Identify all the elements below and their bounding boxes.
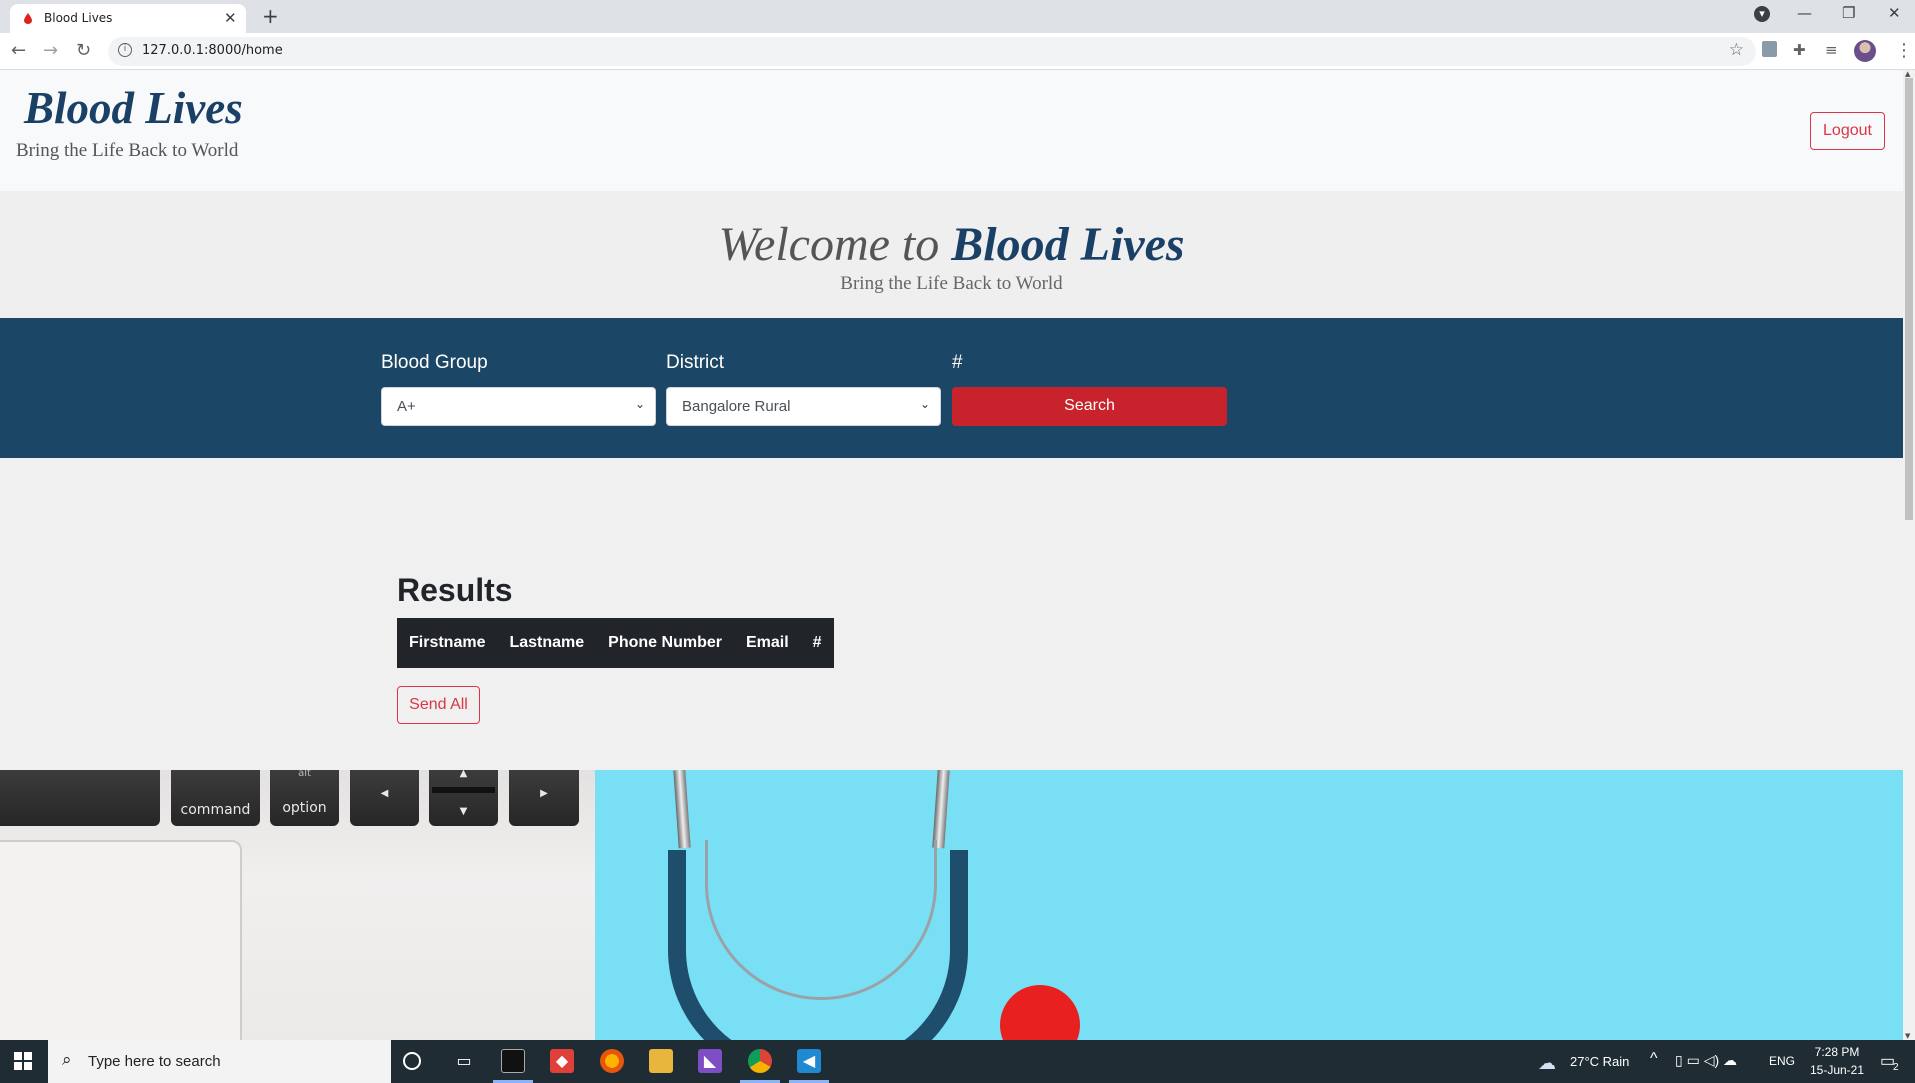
back-icon[interactable]: ← <box>11 40 26 61</box>
results-heading: Results <box>397 572 513 608</box>
forward-icon[interactable]: → <box>43 40 58 61</box>
keyboard-key: alt option <box>270 770 339 826</box>
district-select[interactable]: Bangalore Rural ⌄ <box>666 387 941 426</box>
windows-taskbar: ⌕ Type here to search ▭ ◆ ◣ ◀ ☁ 27°C Rai… <box>0 1040 1915 1083</box>
tab-close-icon[interactable]: ✕ <box>224 9 237 27</box>
column-header: Firstname <box>409 634 486 651</box>
column-header: Lastname <box>509 634 585 651</box>
welcome-brand: Blood Lives <box>951 218 1185 271</box>
windows-start-icon[interactable] <box>14 1052 32 1070</box>
browser-menu-icon[interactable]: ⋮ <box>1895 40 1913 61</box>
column-header: # <box>812 634 822 651</box>
donor-search-form: Blood Group District # A+ ⌄ Bangalore Ru… <box>0 318 1903 458</box>
keyboard-key: ◀ <box>350 770 419 826</box>
site-info-icon[interactable]: i <box>118 43 132 57</box>
new-tab-button[interactable]: + <box>262 4 279 28</box>
stethoscope-photo: command alt option ◀ ▲ ▼ ▶ <box>0 770 1903 1040</box>
extension-icon[interactable] <box>1762 41 1777 57</box>
weather-icon[interactable]: ☁ <box>1538 1053 1556 1074</box>
puzzle-icon[interactable]: ✚ <box>1793 41 1806 59</box>
district-label: District <box>666 352 725 373</box>
blood-group-select[interactable]: A+ ⌄ <box>381 387 656 426</box>
keyboard-key <box>0 770 160 826</box>
column-header: Email <box>745 634 789 651</box>
clock-time[interactable]: 7:28 PM <box>1812 1045 1862 1059</box>
scrollbar-thumb[interactable] <box>1905 78 1913 520</box>
welcome-banner: Welcome to Blood Lives Bring the Life Ba… <box>0 191 1903 318</box>
terminal-icon[interactable] <box>501 1049 525 1073</box>
reload-icon[interactable]: ↻ <box>76 40 91 61</box>
tab-title: Blood Lives <box>44 11 113 25</box>
address-bar[interactable]: i 127.0.0.1:8000/home ☆ <box>108 37 1756 66</box>
window-close-icon[interactable]: ✕ <box>1888 4 1901 22</box>
results-table-header: Firstname Lastname Phone Number Email # <box>397 618 834 668</box>
page-viewport: Blood Lives Bring the Life Back to World… <box>0 70 1903 1040</box>
scroll-down-icon[interactable]: ▼ <box>1905 1032 1910 1040</box>
chevron-down-icon: ⌄ <box>634 397 645 411</box>
scroll-up-icon[interactable]: ▲ <box>1905 70 1910 78</box>
hash-label: # <box>952 352 963 373</box>
site-brand[interactable]: Blood Lives <box>24 82 243 134</box>
browser-toolbar: ← → ↻ i 127.0.0.1:8000/home ☆ ✚ ≡ ⋮ <box>0 33 1915 70</box>
restore-icon[interactable]: ❐ <box>1842 4 1855 22</box>
profile-menu-icon[interactable]: ▾ <box>1754 6 1770 22</box>
send-all-button[interactable]: Send All <box>397 686 480 724</box>
keyboard-key: ▲ ▼ <box>429 770 498 826</box>
logout-button[interactable]: Logout <box>1810 112 1885 150</box>
laptop-keyboard: command alt option ◀ ▲ ▼ ▶ <box>0 770 595 1040</box>
welcome-subtitle: Bring the Life Back to World <box>840 273 1063 294</box>
task-view-icon[interactable]: ▭ <box>452 1049 476 1073</box>
minimize-icon[interactable]: — <box>1797 4 1812 22</box>
chevron-up-icon[interactable]: ^ <box>1650 1050 1658 1068</box>
search-button[interactable]: Search <box>952 387 1227 426</box>
tray-icons[interactable]: ▯ ▭ ◁) ☁ <box>1675 1052 1737 1069</box>
cortana-icon[interactable] <box>403 1052 421 1070</box>
profile-avatar[interactable] <box>1854 40 1876 62</box>
taskbar-search-placeholder: Type here to search <box>88 1053 221 1070</box>
clock-date[interactable]: 15-Jun-21 <box>1808 1063 1866 1077</box>
chrome-icon[interactable] <box>748 1049 772 1073</box>
page-scrollbar[interactable]: ▲ ▼ <box>1903 70 1915 1040</box>
blood-group-label: Blood Group <box>381 352 488 373</box>
vscode-icon[interactable]: ◀ <box>797 1049 821 1073</box>
browser-tab[interactable]: Blood Lives ✕ <box>10 4 246 33</box>
reading-list-icon[interactable]: ≡ <box>1825 41 1838 59</box>
welcome-prefix: Welcome to <box>718 218 940 271</box>
language-indicator[interactable]: ENG <box>1769 1054 1795 1068</box>
url-text[interactable]: 127.0.0.1:8000/home <box>142 43 283 58</box>
notification-count: 2 <box>1893 1062 1899 1073</box>
chevron-down-icon: ⌄ <box>919 397 930 411</box>
visual-studio-icon[interactable]: ◣ <box>698 1049 722 1073</box>
browser-tab-strip: Blood Lives ✕ + ▾ — ❐ ✕ <box>0 0 1915 33</box>
district-value: Bangalore Rural <box>682 398 791 415</box>
file-explorer-icon[interactable] <box>649 1049 673 1073</box>
column-header: Phone Number <box>608 634 722 651</box>
search-icon: ⌕ <box>62 1050 72 1070</box>
keyboard-key: ▶ <box>509 770 579 826</box>
trackpad <box>0 840 242 1040</box>
taskbar-search[interactable]: ⌕ Type here to search <box>48 1040 391 1083</box>
firefox-icon[interactable] <box>600 1049 624 1073</box>
app-red-icon[interactable]: ◆ <box>550 1049 574 1073</box>
weather-text[interactable]: 27°C Rain <box>1570 1054 1629 1069</box>
blood-group-value: A+ <box>397 398 416 415</box>
blood-drop-icon <box>24 13 32 24</box>
site-tagline: Bring the Life Back to World <box>16 140 239 161</box>
site-navbar: Blood Lives Bring the Life Back to World… <box>0 70 1903 191</box>
keyboard-key: command <box>171 770 260 826</box>
bookmark-star-icon[interactable]: ☆ <box>1729 40 1744 60</box>
welcome-title: Welcome to Blood Lives <box>0 217 1903 272</box>
